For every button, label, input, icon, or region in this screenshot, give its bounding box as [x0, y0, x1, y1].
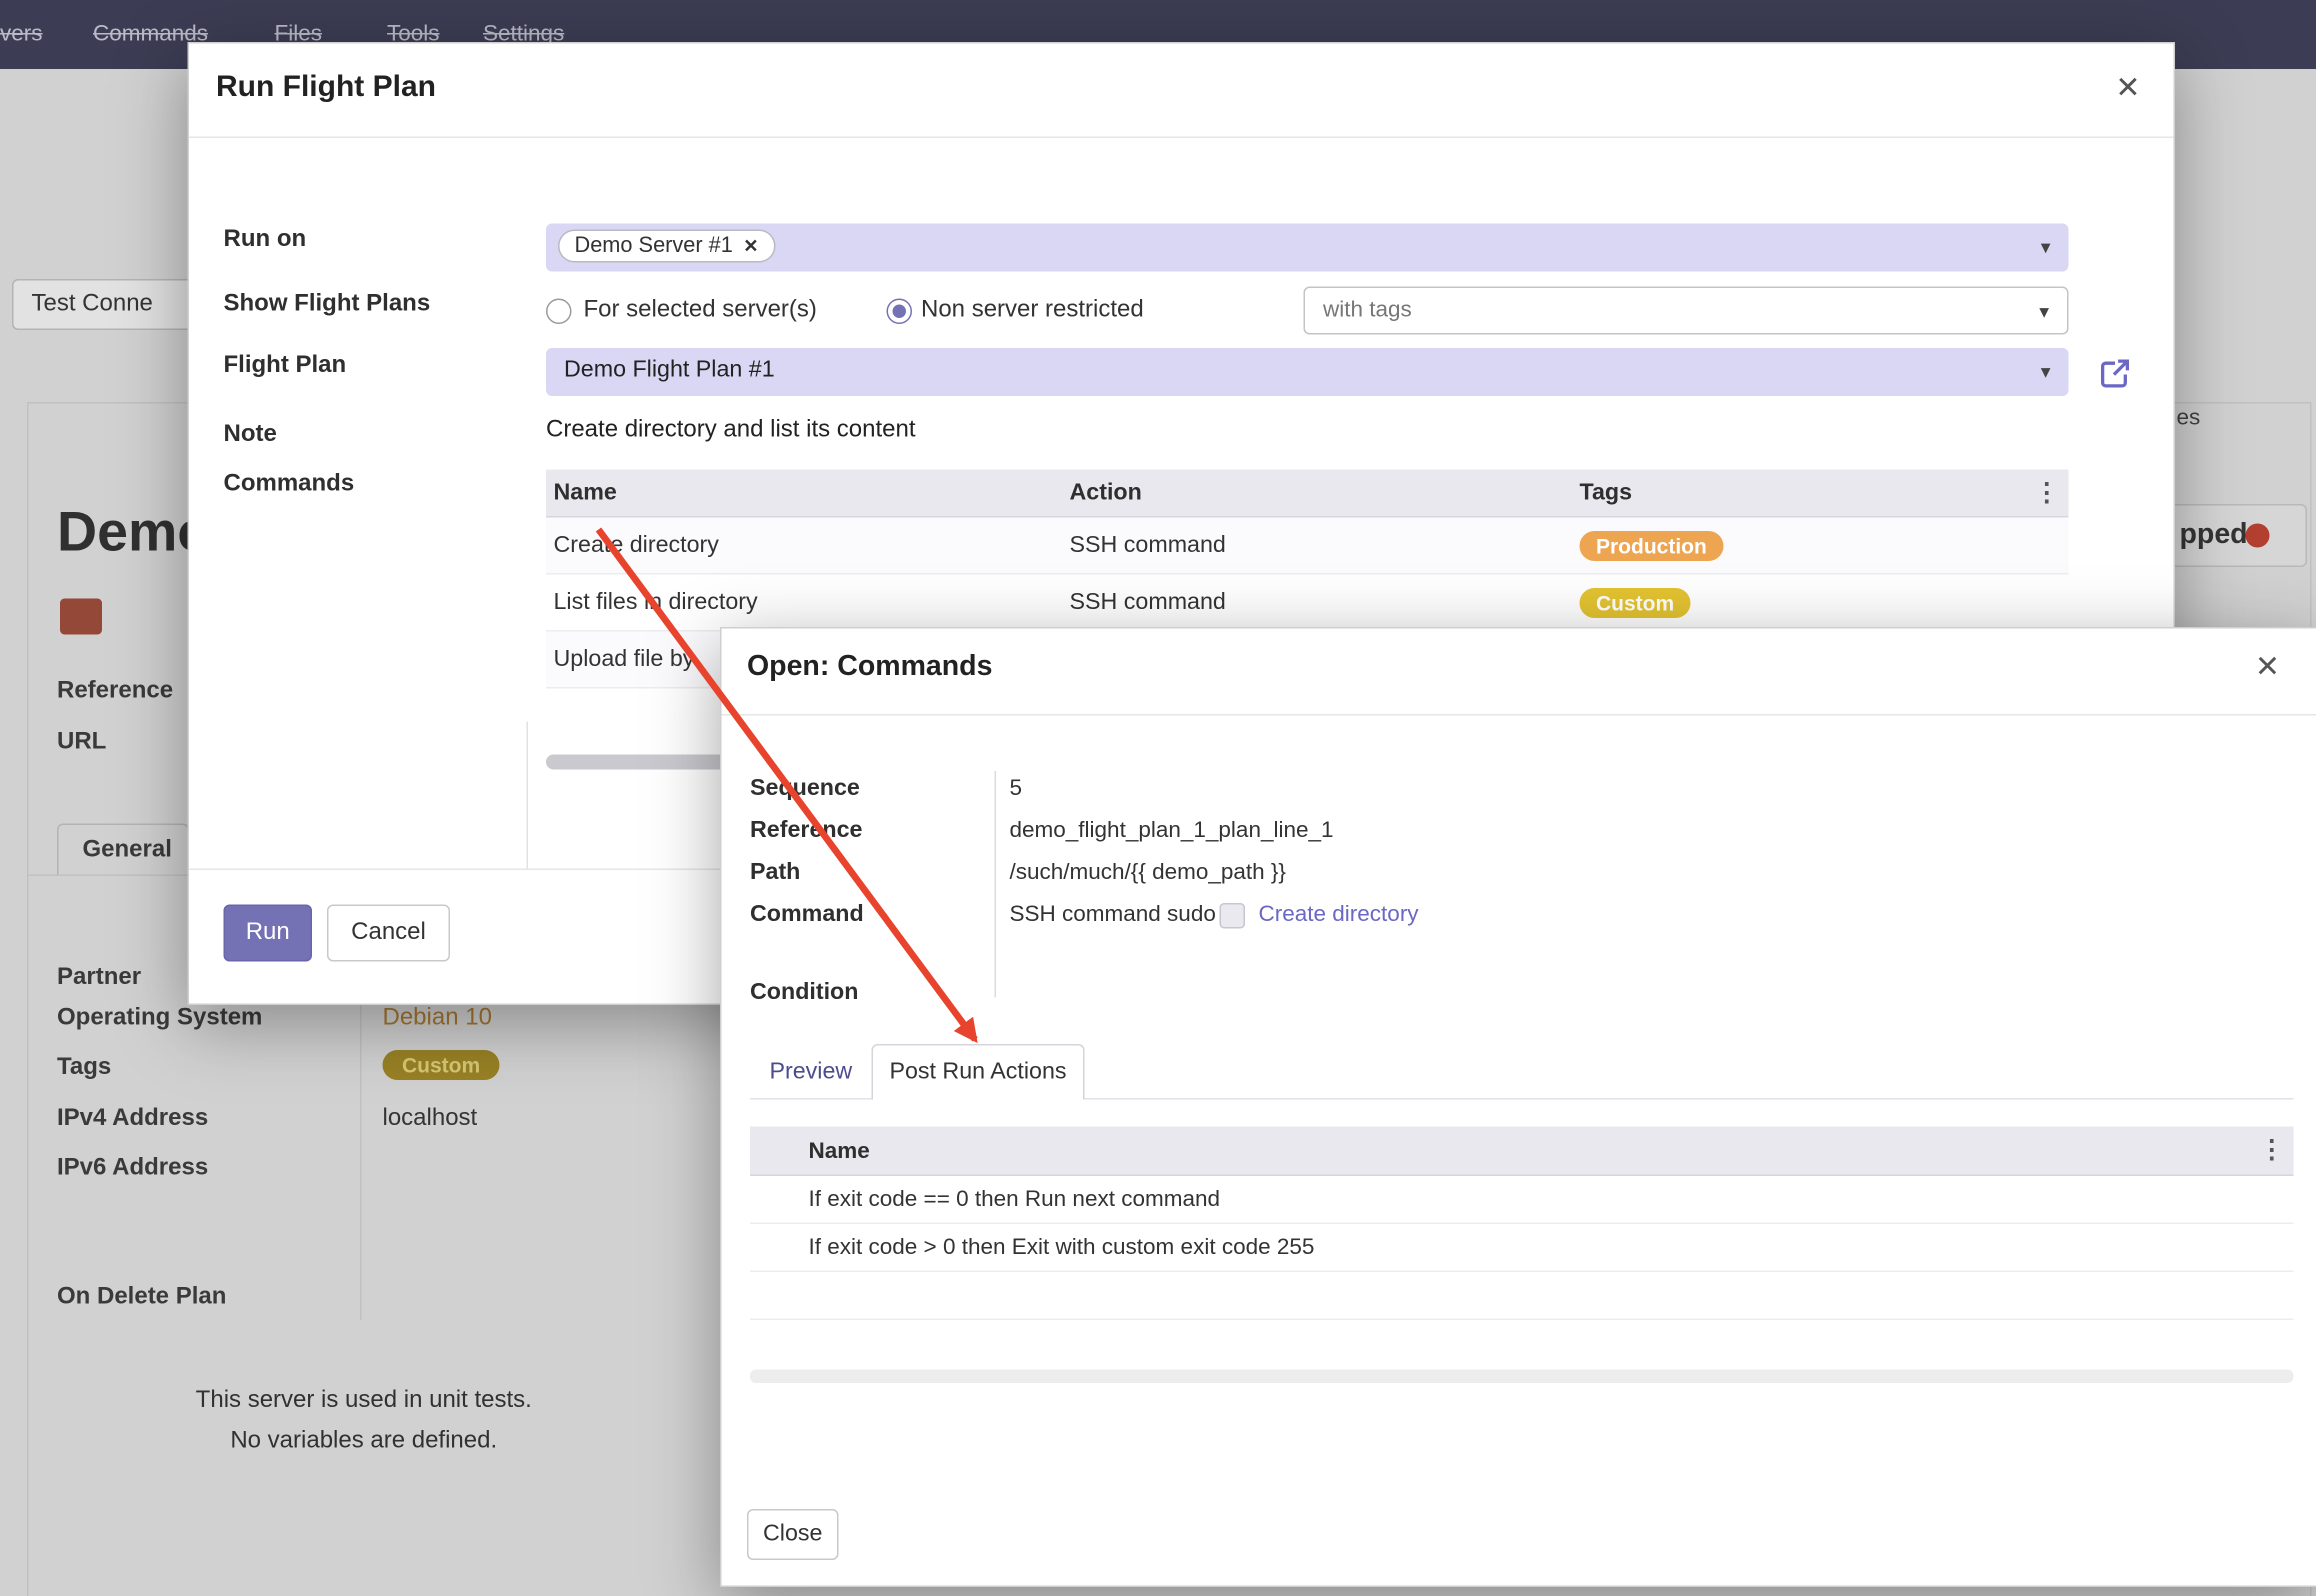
cancel-button[interactable]: Cancel: [327, 905, 450, 962]
run-button-label: Run: [246, 920, 290, 947]
with-tags-select[interactable]: with tags ▾: [1304, 287, 2069, 335]
server-tag-pill[interactable]: Demo Server #1 ✕: [558, 230, 775, 263]
run-on-field[interactable]: Demo Server #1 ✕ ▾: [546, 224, 2069, 272]
table-row[interactable]: If exit code == 0 then Run next command: [750, 1176, 2294, 1224]
flight-plan-caret-icon[interactable]: ▾: [2041, 360, 2051, 384]
command-value: SSH command sudo: [1010, 902, 1216, 928]
horizontal-scrollbar: [750, 1370, 2294, 1384]
column-options-kebab-icon[interactable]: ⋮: [2259, 1136, 2285, 1166]
open-commands-modal: Open: Commands ✕ Sequence 5 Reference de…: [720, 627, 2316, 1587]
row-name: List files in directory: [546, 589, 1062, 616]
command-label: Command: [750, 902, 864, 929]
tab-post-run-actions[interactable]: Post Run Actions: [872, 1044, 1085, 1100]
radio-non-server-restricted-label: Non server restricted: [921, 297, 1144, 324]
open-modal-close-icon[interactable]: ✕: [2255, 653, 2280, 683]
close-button[interactable]: Close: [747, 1509, 839, 1560]
form-divider: [527, 722, 529, 869]
table-row[interactable]: Create directory SSH command Production: [546, 518, 2069, 575]
row-name: If exit code > 0 then Exit with custom e…: [809, 1235, 1315, 1261]
plan-description: Create directory and list its content: [546, 417, 916, 444]
col-name: Name: [750, 1138, 870, 1164]
open-modal-title: Open: Commands: [747, 651, 992, 684]
col-tags: Tags: [1572, 479, 2069, 506]
with-tags-value: with tags: [1323, 297, 1412, 323]
sequence-label: Sequence: [750, 776, 860, 803]
col-action: Action: [1062, 479, 1572, 506]
tab-post-run-actions-label: Post Run Actions: [889, 1059, 1066, 1086]
path-value: /such/much/{{ demo_path }}: [1010, 860, 1286, 886]
open-flight-plan-external-link-icon[interactable]: [2099, 357, 2132, 390]
run-on-caret-icon[interactable]: ▾: [2041, 236, 2051, 260]
reference-value: demo_flight_plan_1_plan_line_1: [1010, 818, 1334, 844]
col-name: Name: [546, 479, 1062, 506]
flight-plan-select[interactable]: Demo Flight Plan #1 ▾: [546, 348, 2069, 396]
row-action: SSH command: [1062, 532, 1572, 559]
table-row-empty[interactable]: [750, 1272, 2294, 1320]
run-button[interactable]: Run: [224, 905, 313, 962]
path-label: Path: [750, 860, 800, 887]
show-flight-plans-label: Show Flight Plans: [224, 291, 431, 318]
flight-plan-label: Flight Plan: [224, 353, 347, 380]
run-modal-header-divider: [189, 137, 2174, 139]
open-modal-header-divider: [722, 714, 2316, 716]
commands-table-header: Name Action Tags ⋮: [546, 470, 2069, 518]
label-value-divider: [995, 771, 997, 998]
column-options-kebab-icon[interactable]: ⋮: [2034, 478, 2060, 508]
row-name: Create directory: [546, 532, 1062, 559]
run-on-label: Run on: [224, 227, 307, 254]
tab-preview[interactable]: Preview: [770, 1059, 853, 1086]
radio-for-selected-servers-label: For selected server(s): [584, 297, 817, 324]
commands-label: Commands: [224, 471, 355, 498]
table-row[interactable]: List files in directory SSH command Cust…: [546, 575, 2069, 632]
server-tag-remove-icon[interactable]: ✕: [743, 236, 758, 257]
post-run-actions-table: Name ⋮ If exit code == 0 then Run next c…: [750, 1127, 2294, 1321]
flight-plan-value: Demo Flight Plan #1: [564, 357, 775, 384]
create-directory-link[interactable]: Create directory: [1259, 902, 1419, 928]
run-modal-title: Run Flight Plan: [216, 71, 436, 106]
app-viewport: vers Commands Files Tools Settings Test …: [0, 0, 2316, 1596]
radio-for-selected-servers[interactable]: [546, 299, 572, 325]
horizontal-scrollbar-thumb[interactable]: [546, 755, 741, 770]
row-action: SSH command: [1062, 589, 1572, 616]
server-tag-label: Demo Server #1: [575, 234, 733, 258]
note-label: Note: [224, 422, 277, 449]
run-modal-close-icon[interactable]: ✕: [2115, 74, 2140, 104]
close-button-label: Close: [763, 1521, 822, 1548]
sequence-value: 5: [1010, 776, 1023, 802]
condition-label: Condition: [750, 980, 858, 1007]
row-name: If exit code == 0 then Run next command: [809, 1187, 1221, 1213]
with-tags-caret-icon[interactable]: ▾: [2039, 300, 2049, 324]
cancel-button-label: Cancel: [351, 920, 426, 947]
tag-badge-custom: Custom: [1580, 587, 1691, 617]
tag-badge-production: Production: [1580, 530, 1724, 560]
radio-non-server-restricted[interactable]: [887, 299, 913, 325]
post-run-table-header: Name ⋮: [750, 1127, 2294, 1177]
reference-label: Reference: [750, 818, 862, 845]
create-directory-checkbox[interactable]: [1220, 903, 1246, 929]
table-row[interactable]: If exit code > 0 then Exit with custom e…: [750, 1224, 2294, 1272]
